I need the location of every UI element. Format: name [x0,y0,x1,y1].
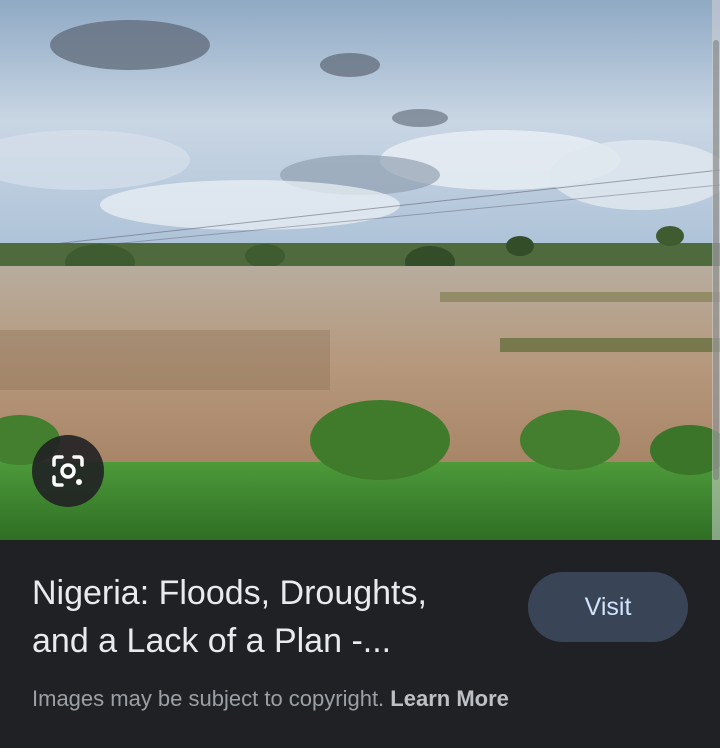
lens-search-button[interactable] [32,435,104,507]
flood-photo [0,0,720,540]
image-scrollbar[interactable] [712,0,720,540]
result-image[interactable] [0,0,720,540]
learn-more-link[interactable]: Learn More [390,686,509,711]
result-title[interactable]: Nigeria: Floods, Droughts, and a Lack of… [32,569,482,665]
copyright-notice: Images may be subject to copyright. Lear… [32,684,509,714]
google-lens-icon [52,455,84,487]
visit-button[interactable]: Visit [528,572,688,642]
copyright-text: Images may be subject to copyright. [32,686,385,711]
scrollbar-thumb[interactable] [713,40,719,480]
